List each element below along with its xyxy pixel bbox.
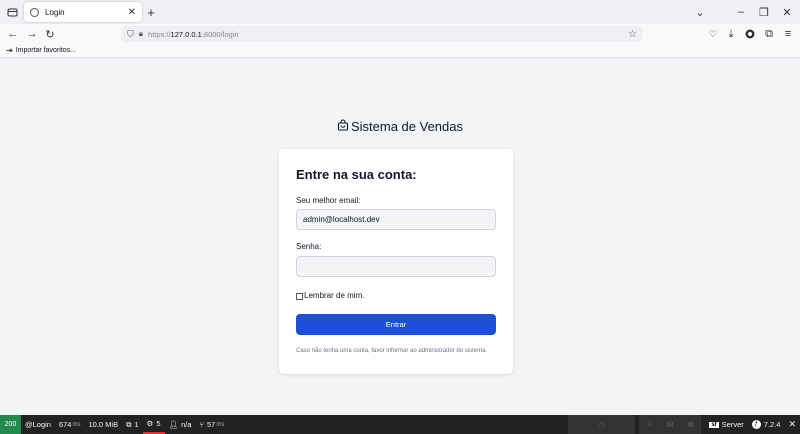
tab-list-icon[interactable] (2, 2, 22, 22)
page-icon (30, 7, 39, 17)
signup-note: Caso não tenha uma conta, favor informar… (296, 348, 488, 354)
url-path: :8000/login (201, 29, 239, 39)
url-bar[interactable]: ⛉ 🔒︎ https://127.0.0.1:8000/login ☆ (121, 26, 642, 42)
user-icon: 👤︎ (168, 420, 179, 429)
password-label: Senha: (296, 242, 322, 251)
restore-icon[interactable]: ❐ (754, 2, 774, 22)
time-value: 674 (58, 420, 72, 429)
downloads-icon[interactable]: ⤓ (721, 24, 741, 44)
email-value: admin@localhost.dev (303, 215, 380, 224)
pocket-icon[interactable]: ♡ (703, 24, 723, 44)
translation-icon: ⚐ (646, 420, 654, 429)
symfony-icon: ƒ (751, 420, 761, 429)
email-label: Seu melhor email: (296, 196, 361, 205)
minimize-icon[interactable]: – (731, 2, 751, 22)
close-tab-icon[interactable]: ✕ (128, 7, 136, 18)
forward-icon[interactable]: → (22, 24, 42, 44)
route-item[interactable]: @Login (21, 415, 55, 434)
version-value: 7.2.4 (763, 420, 781, 429)
bookmark-star-icon[interactable]: ☆ (628, 29, 637, 40)
back-icon[interactable]: ← (3, 24, 23, 44)
tab-login[interactable]: Login ✕ (24, 2, 142, 22)
email-field[interactable]: admin@localhost.dev (296, 209, 496, 230)
server-label: Server (721, 420, 744, 429)
queries-item[interactable]: ⚙ 5 (142, 415, 165, 434)
browser-nav-bar: ← → ↻ ⛉ 🔒︎ https://127.0.0.1:8000/login … (0, 24, 800, 44)
forms-icon: ⚙ (687, 420, 695, 429)
url-host: 127.0.0.1 (170, 29, 202, 39)
login-card: Entre na sua conta: Seu melhor email: ad… (279, 149, 513, 374)
symfony-logo-icon: sf (709, 421, 719, 428)
route-name: @Login (25, 420, 51, 429)
time-item[interactable]: 674 ms (55, 415, 85, 434)
card-title: Entre na sua conta: (296, 167, 417, 182)
remember-label: Lembrar de mim. (304, 291, 365, 300)
close-toolbar-icon[interactable]: ✕ (784, 415, 800, 434)
submit-button[interactable]: Entrar (296, 314, 496, 335)
tools-item[interactable]: ⚐ ⛁ ⚙ (639, 415, 702, 434)
views-icon: ⧉ (126, 419, 132, 429)
extension-icon[interactable] (740, 24, 760, 44)
import-icon: ⇥ (6, 46, 13, 55)
queries-count: 5 (156, 419, 161, 428)
url-text: https://127.0.0.1:8000/login (148, 30, 239, 39)
memory-value: 10.0 MiB (88, 420, 119, 429)
user-value: n/a (181, 420, 192, 429)
tab-title: Login (45, 7, 65, 17)
tab-overflow-icon[interactable]: ⌄ (690, 2, 710, 22)
bookmarks-toolbar: ⇥ Importar favoritos... (0, 44, 800, 58)
version-item[interactable]: ƒ 7.2.4 (748, 415, 785, 434)
queries-icon: ⚙ (146, 419, 154, 428)
new-tab-button[interactable]: + (141, 2, 161, 22)
timeline-item[interactable]: ◷ (568, 415, 636, 434)
request-time-item[interactable]: ⑂ 57 ms (196, 415, 229, 434)
request-time-unit: ms (216, 421, 225, 428)
menu-icon[interactable]: ≡ (778, 24, 798, 44)
brand-title: Sistema de Vendas (350, 119, 464, 134)
time-unit: ms (72, 421, 81, 428)
server-item[interactable]: sf Server (705, 415, 747, 434)
brand-header: Sistema de Vendas (0, 119, 800, 134)
shopping-bag-icon (337, 119, 349, 134)
request-time-value: 57 (207, 420, 216, 429)
url-scheme: https:// (148, 29, 171, 39)
debug-toolbar: 200 @Login 674 ms 10.0 MiB ⧉ 1 ⚙ 5 👤︎ n/a… (0, 415, 800, 434)
status-badge[interactable]: 200 (0, 415, 21, 434)
password-field[interactable] (296, 256, 496, 277)
lock-icon[interactable]: 🔒︎ (139, 29, 143, 39)
import-bookmarks-link[interactable]: Importar favoritos... (16, 47, 76, 54)
remember-me[interactable]: Lembrar de mim. (296, 291, 364, 300)
remember-checkbox[interactable] (296, 293, 303, 300)
branch-icon: ⑂ (199, 420, 205, 429)
views-item[interactable]: ⧉ 1 (122, 415, 143, 434)
browser-tab-bar: Login ✕ + ⌄ – ❐ ✕ (0, 0, 800, 24)
shield-icon[interactable]: ⛉ (127, 29, 134, 40)
cache-icon: ⛁ (667, 420, 674, 429)
extensions-puzzle-icon[interactable]: ⧉ (759, 24, 779, 44)
timeline-icon: ◷ (598, 421, 605, 429)
close-window-icon[interactable]: ✕ (777, 2, 797, 22)
views-count: 1 (134, 420, 139, 429)
memory-item[interactable]: 10.0 MiB (84, 415, 122, 434)
user-item[interactable]: 👤︎ n/a (165, 415, 196, 434)
reload-icon[interactable]: ↻ (40, 24, 60, 44)
